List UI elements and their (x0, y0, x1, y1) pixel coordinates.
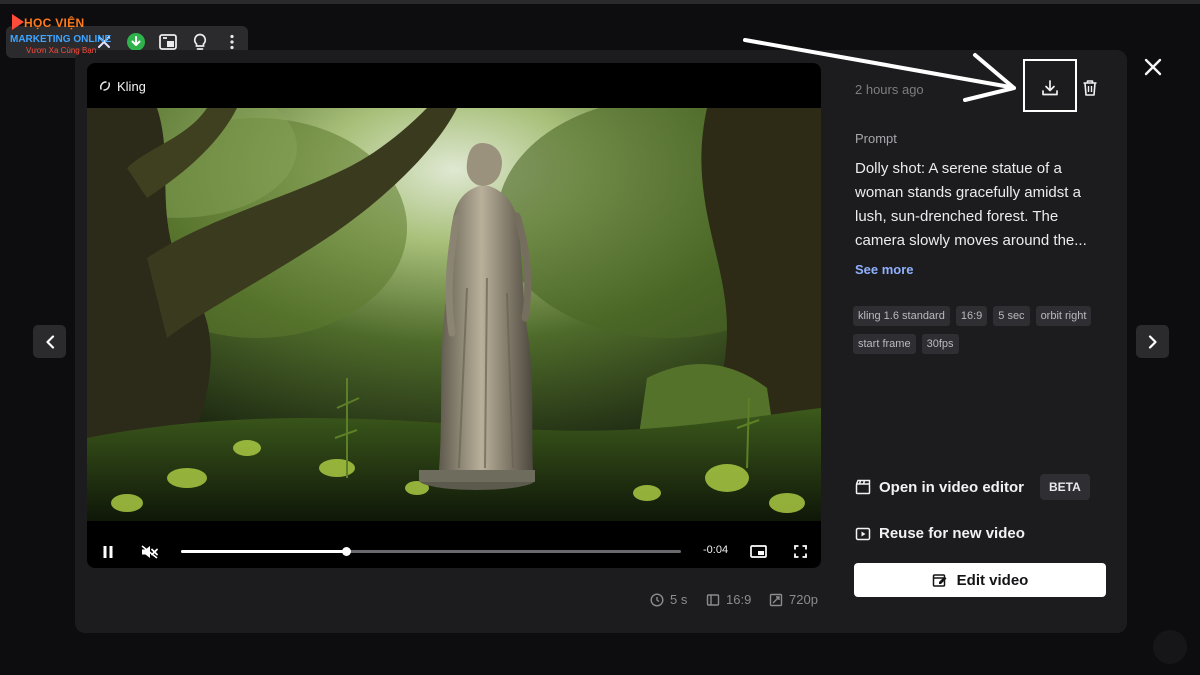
mute-button[interactable] (139, 535, 161, 568)
resolution-value: 720p (789, 592, 818, 607)
aspect-value: 16:9 (726, 592, 752, 607)
brand-play-icon (12, 14, 24, 30)
model-label: Kling (117, 78, 146, 94)
previous-button[interactable] (33, 325, 66, 358)
tag-duration: 5 sec (993, 306, 1030, 326)
fullscreen-button[interactable] (789, 535, 811, 568)
delete-button[interactable] (1076, 74, 1104, 102)
forest-statue-scene (87, 108, 821, 521)
volume-muted-icon (141, 544, 158, 559)
pip-button[interactable] (747, 535, 769, 568)
clapperboard-icon (855, 479, 871, 495)
reuse-video-label: Reuse for new video (879, 525, 1025, 542)
time-ago: 2 hours ago (855, 82, 924, 97)
kling-logo-icon (100, 81, 110, 91)
time-remaining: -0:04 (703, 544, 729, 556)
download-button[interactable] (1036, 74, 1064, 102)
trash-icon (1083, 80, 1097, 96)
brand-line-2: MARKETING ONLINE (10, 34, 112, 45)
clock-icon (650, 592, 664, 607)
meta-resolution: 720p (769, 592, 818, 607)
resolution-icon (769, 593, 783, 606)
video-frame[interactable] (87, 108, 821, 521)
tag-frame: start frame (853, 334, 916, 354)
player-controls: -0:04 (87, 535, 821, 568)
tag-camera: orbit right (1035, 306, 1092, 326)
video-player[interactable]: Kling -0:04 (87, 63, 821, 568)
video-reuse-icon (855, 527, 871, 540)
download-icon (1042, 80, 1058, 96)
progress-bar[interactable] (181, 547, 681, 556)
next-button[interactable] (1136, 325, 1169, 358)
tag-aspect: 16:9 (955, 306, 988, 326)
chevron-left-icon (45, 334, 54, 349)
aspect-ratio-icon (706, 593, 720, 606)
progress-fill (181, 550, 346, 553)
reuse-video-button[interactable]: Reuse for new video (855, 525, 1025, 542)
edit-video-label: Edit video (956, 571, 1029, 589)
model-chip: Kling (99, 77, 146, 95)
tag-fps: 30fps (921, 334, 959, 354)
brand-line-3: Vươn Xa Cùng Bạn (26, 46, 97, 55)
help-bubble[interactable] (1153, 630, 1187, 664)
chevron-right-icon (1148, 334, 1157, 349)
fullscreen-icon (793, 545, 807, 558)
pause-button[interactable] (97, 535, 119, 568)
prompt-text: Dolly shot: A serene statue of a woman s… (855, 160, 1087, 249)
pause-icon (103, 545, 113, 558)
beta-badge: BETA (1040, 474, 1090, 500)
edit-video-button[interactable]: Edit video (854, 563, 1106, 597)
brand-logo: HỌC VIỆN MARKETING ONLINE Vươn Xa Cùng B… (10, 12, 112, 56)
tag-list: kling 1.6 standard 16:9 5 sec orbit righ… (853, 306, 1113, 354)
edit-video-icon (932, 574, 947, 587)
brand-line-1: HỌC VIỆN (24, 16, 85, 30)
prompt-label: Prompt (855, 131, 897, 146)
modal-close-icon[interactable] (1140, 54, 1166, 80)
meta-aspect: 16:9 (706, 592, 751, 607)
tag-model: kling 1.6 standard (853, 306, 950, 326)
open-video-editor-label: Open in video editor (879, 478, 1025, 496)
top-divider (0, 0, 1200, 4)
duration-value: 5 s (670, 592, 688, 607)
progress-handle[interactable] (342, 547, 351, 556)
picture-in-picture-icon (749, 545, 767, 558)
meta-duration: 5 s (650, 592, 687, 607)
see-more-link[interactable]: See more (855, 262, 914, 277)
open-video-editor-button[interactable]: Open in video editor BETA (855, 474, 1090, 500)
